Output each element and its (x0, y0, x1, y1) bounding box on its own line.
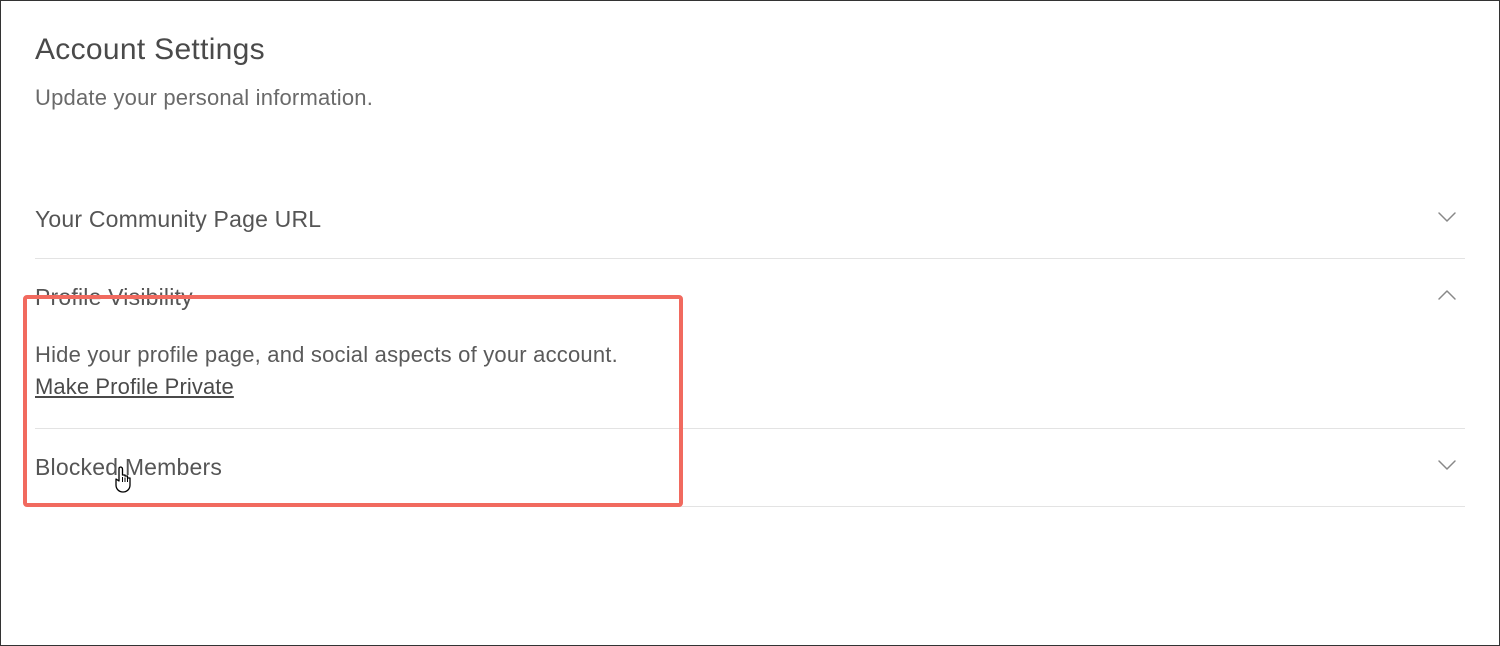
accordion-title-profile-visibility: Profile Visibility (35, 284, 193, 311)
accordion-blocked-members[interactable]: Blocked Members (35, 429, 1465, 506)
chevron-up-icon (1435, 283, 1459, 312)
profile-visibility-body: Hide your profile page, and social aspec… (35, 336, 1465, 428)
profile-visibility-description: Hide your profile page, and social aspec… (35, 342, 1465, 368)
accordion-title-blocked-members: Blocked Members (35, 454, 222, 481)
page-title: Account Settings (35, 33, 1465, 67)
settings-panel: Account Settings Update your personal in… (0, 0, 1500, 646)
chevron-down-icon (1435, 205, 1459, 234)
page-subtitle: Update your personal information. (35, 85, 1465, 111)
divider (35, 506, 1465, 507)
accordion-community-url[interactable]: Your Community Page URL (35, 181, 1465, 258)
accordion-profile-visibility[interactable]: Profile Visibility (35, 259, 1465, 336)
accordion-title-community-url: Your Community Page URL (35, 206, 321, 233)
chevron-down-icon (1435, 453, 1459, 482)
make-profile-private-link[interactable]: Make Profile Private (35, 374, 234, 400)
